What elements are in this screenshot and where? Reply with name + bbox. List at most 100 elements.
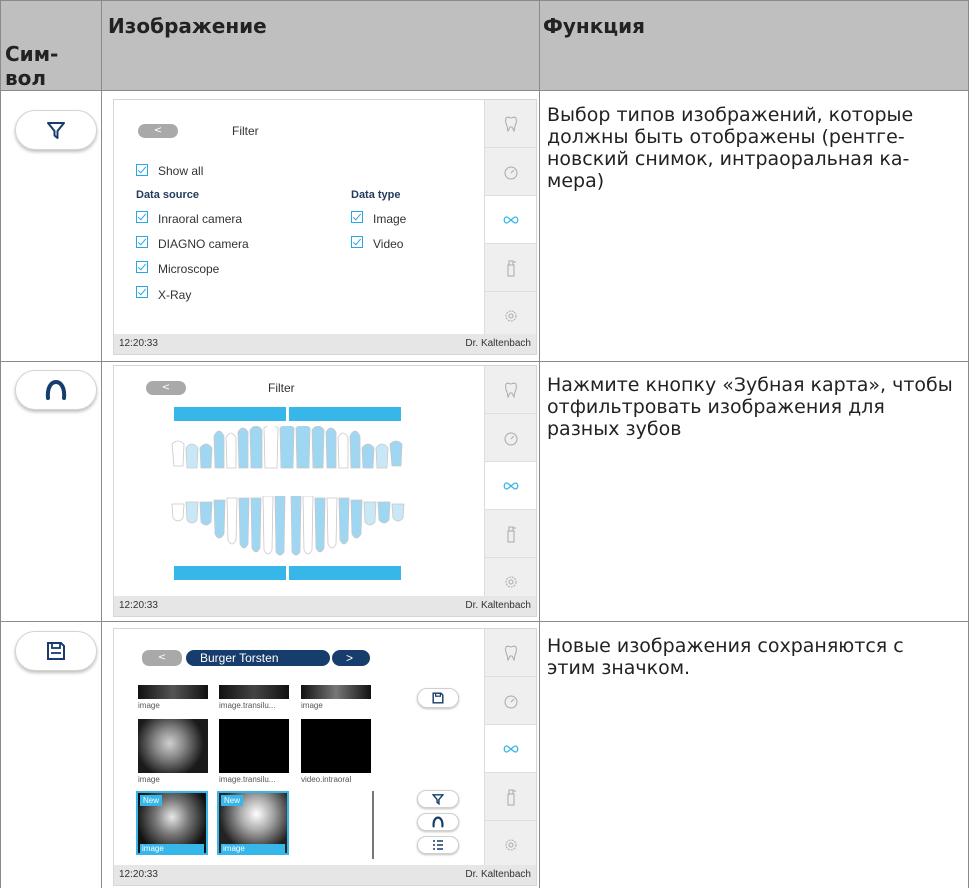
back-button[interactable]: < xyxy=(142,650,182,666)
tooth-icon xyxy=(505,116,517,132)
list-view-button[interactable] xyxy=(417,836,459,854)
dental-chart-button[interactable] xyxy=(15,370,97,410)
filter-screen: < Filter Show all Data source Data type … xyxy=(113,99,537,355)
gallery-scrollbar[interactable] xyxy=(372,791,374,859)
save-image-button[interactable] xyxy=(417,688,459,708)
show-all-checkbox[interactable] xyxy=(136,164,148,176)
thumbnail-label: image xyxy=(301,701,323,710)
source-checkbox[interactable] xyxy=(136,286,148,298)
thumbnail-label: image.transilu... xyxy=(219,701,276,710)
sidebar-item-media[interactable] xyxy=(485,725,536,773)
upper-right-quadrant-bar[interactable] xyxy=(289,407,401,421)
sidebar-item-hygiene[interactable] xyxy=(485,510,536,558)
sidebar-item-tooth[interactable] xyxy=(485,629,536,677)
header-image: Изображение xyxy=(108,14,267,38)
thumbnail-label: image xyxy=(138,701,160,710)
column-divider xyxy=(101,0,102,888)
type-label: Image xyxy=(373,212,407,226)
sidebar xyxy=(484,629,536,869)
sidebar-item-tooth[interactable] xyxy=(485,100,536,148)
screen-title: Filter xyxy=(232,124,259,138)
header-symbol: Сим- вол xyxy=(5,42,59,90)
image-thumbnail[interactable] xyxy=(219,685,289,699)
sidebar-item-media[interactable] xyxy=(485,462,536,510)
thumbnail-label: image xyxy=(138,775,160,784)
infinity-icon xyxy=(503,744,519,753)
dental-arch-icon xyxy=(432,816,444,828)
tooth-icon xyxy=(505,382,517,398)
filter-button[interactable] xyxy=(417,790,459,808)
sidebar-item-timer[interactable] xyxy=(485,414,536,462)
thumbnail-label: image xyxy=(221,844,285,853)
filter-button[interactable] xyxy=(15,110,97,150)
spray-icon xyxy=(507,526,516,542)
dental-arch-icon xyxy=(45,380,67,400)
timer-icon xyxy=(504,166,518,179)
image-thumbnail[interactable] xyxy=(138,719,208,773)
screen-title: Filter xyxy=(268,381,295,395)
gallery-screen: < Burger Torsten > image image.transilu.… xyxy=(113,628,537,886)
sidebar-item-settings[interactable] xyxy=(485,292,536,340)
row-divider xyxy=(0,361,969,362)
sidebar-item-hygiene[interactable] xyxy=(485,244,536,292)
timer-icon xyxy=(504,432,518,445)
image-thumbnail[interactable] xyxy=(301,685,371,699)
next-patient-button[interactable]: > xyxy=(332,650,370,666)
function-text: Новые изображения сохраняются с этим зна… xyxy=(547,635,904,679)
lower-left-quadrant-bar[interactable] xyxy=(174,566,286,580)
upper-left-quadrant-bar[interactable] xyxy=(174,407,286,421)
sidebar-item-media[interactable] xyxy=(485,196,536,244)
function-text: Нажмите кнопку «Зубная карта», чтобы отф… xyxy=(547,374,953,440)
new-badge: New xyxy=(140,795,163,806)
spray-icon xyxy=(507,260,516,276)
save-icon xyxy=(432,692,444,704)
lower-right-quadrant-bar[interactable] xyxy=(289,566,401,580)
source-checkbox[interactable] xyxy=(136,236,148,248)
row-divider xyxy=(0,0,969,1)
show-all-label: Show all xyxy=(158,164,204,178)
status-bar: 12:20:33 Dr. Kaltenbach xyxy=(114,596,536,616)
status-user: Dr. Kaltenbach xyxy=(465,338,531,349)
status-user: Dr. Kaltenbach xyxy=(465,869,531,880)
video-thumbnail[interactable] xyxy=(301,719,371,773)
sidebar-item-timer[interactable] xyxy=(485,677,536,725)
source-label: Microscope xyxy=(158,262,220,276)
sidebar-item-tooth[interactable] xyxy=(485,366,536,414)
save-button[interactable] xyxy=(15,631,97,671)
new-image-thumbnail[interactable]: New image xyxy=(217,791,289,855)
sidebar xyxy=(484,100,536,340)
sidebar-item-settings[interactable] xyxy=(485,821,536,869)
image-thumbnail[interactable] xyxy=(138,685,208,699)
status-time: 12:20:33 xyxy=(119,600,158,611)
row-divider xyxy=(0,90,969,91)
type-label: Video xyxy=(373,237,404,251)
status-time: 12:20:33 xyxy=(119,338,158,349)
sidebar xyxy=(484,366,536,606)
settings-icon xyxy=(505,576,517,587)
settings-icon xyxy=(505,839,517,850)
data-type-heading: Data type xyxy=(351,189,401,201)
symbol-table: Сим- вол Изображение Функция < Filter Sh… xyxy=(0,0,969,888)
sidebar-item-timer[interactable] xyxy=(485,148,536,196)
new-image-thumbnail[interactable]: New image xyxy=(136,791,208,855)
source-checkbox[interactable] xyxy=(136,261,148,273)
back-button[interactable]: < xyxy=(138,124,178,138)
upper-teeth xyxy=(171,426,403,469)
lower-teeth xyxy=(171,496,405,556)
type-checkbox[interactable] xyxy=(351,211,363,223)
dental-chart-button[interactable] xyxy=(417,813,459,831)
thumbnail-label: image.transilu... xyxy=(219,775,276,784)
tooth-icon xyxy=(505,645,517,661)
status-time: 12:20:33 xyxy=(119,869,158,880)
source-label: Inraoral camera xyxy=(158,212,243,226)
row-divider xyxy=(0,621,969,622)
status-bar: 12:20:33 Dr. Kaltenbach xyxy=(114,334,536,354)
type-checkbox[interactable] xyxy=(351,236,363,248)
status-bar: 12:20:33 Dr. Kaltenbach xyxy=(114,865,536,885)
back-button[interactable]: < xyxy=(146,381,186,395)
image-thumbnail[interactable] xyxy=(219,719,289,773)
source-checkbox[interactable] xyxy=(136,211,148,223)
source-label: DIAGNO camera xyxy=(158,237,249,251)
sidebar-item-hygiene[interactable] xyxy=(485,773,536,821)
source-label: X-Ray xyxy=(158,288,192,302)
